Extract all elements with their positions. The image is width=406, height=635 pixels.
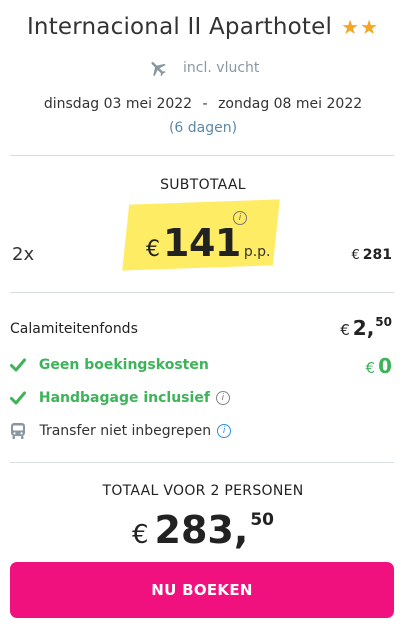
star-icon: ★ [341, 15, 360, 39]
transfer-row: Transfer niet inbegrepen i [10, 422, 232, 440]
calamity-currency: € [340, 321, 350, 339]
calamity-fund-amount: €2,50 [340, 315, 392, 340]
booking-costs-label: Geen boekingskosten [38, 357, 209, 373]
price-currency: € [146, 237, 160, 262]
hand-luggage-info-icon[interactable]: i [215, 391, 230, 405]
total-price: €283, 50 [0, 508, 406, 552]
trip-duration: (6 dagen) [168, 120, 238, 136]
subtotal-currency: € [351, 248, 360, 263]
subtotal-value: 281 [362, 247, 392, 263]
date-separator: - [202, 96, 208, 112]
booking-costs-row: Geen boekingskosten [10, 357, 209, 373]
hotel-title-row: Internacional II Aparthotel ★★ [0, 14, 406, 40]
transfer-info-icon[interactable]: i [217, 424, 232, 438]
hand-luggage-row: Handbagage inclusief i [10, 390, 230, 406]
checkmark-icon [10, 358, 26, 372]
booking-costs-amount: €0 [366, 354, 392, 378]
hotel-name: Internacional II Aparthotel [26, 14, 333, 40]
booking-costs-value: 0 [378, 354, 392, 378]
star-rating: ★★ [341, 15, 379, 39]
travel-dates: dinsdag 03 mei 2022 - zondag 08 mei 2022 [0, 96, 406, 112]
star-icon: ★ [360, 15, 379, 39]
booking-costs-currency: € [365, 359, 376, 377]
flight-included: incl. vlucht [0, 58, 406, 78]
calamity-cents: 50 [375, 315, 392, 329]
calamity-fund-label: Calamiteitenfonds [10, 321, 138, 337]
divider [10, 462, 394, 463]
book-now-button[interactable]: NU BOEKEN [10, 562, 394, 618]
bus-icon [11, 423, 25, 439]
divider [10, 292, 394, 293]
divider [10, 155, 394, 156]
transfer-label: Transfer niet inbegrepen [39, 423, 212, 439]
calamity-whole: 2, [352, 316, 375, 340]
flight-label: incl. vlucht [183, 60, 260, 76]
price-value: 141 [163, 221, 241, 265]
total-heading: TOTAAL VOOR 2 PERSONEN [102, 483, 304, 499]
price-per-person: €141 p.p. [146, 221, 271, 269]
airplane-icon [151, 62, 166, 77]
per-person-label: p.p. [243, 244, 271, 260]
end-date: zondag 08 mei 2022 [218, 96, 363, 112]
start-date: dinsdag 03 mei 2022 [43, 96, 193, 112]
subtotal-amount: €281 [351, 247, 392, 263]
checkmark-icon [10, 391, 26, 405]
quantity: 2x [12, 244, 35, 265]
hand-luggage-label: Handbagage inclusief [38, 390, 210, 406]
subtotal-heading: SUBTOTAAL [160, 177, 246, 193]
total-cents: 50 [250, 510, 274, 530]
total-currency: € [132, 520, 149, 550]
total-whole: 283, [154, 508, 249, 552]
